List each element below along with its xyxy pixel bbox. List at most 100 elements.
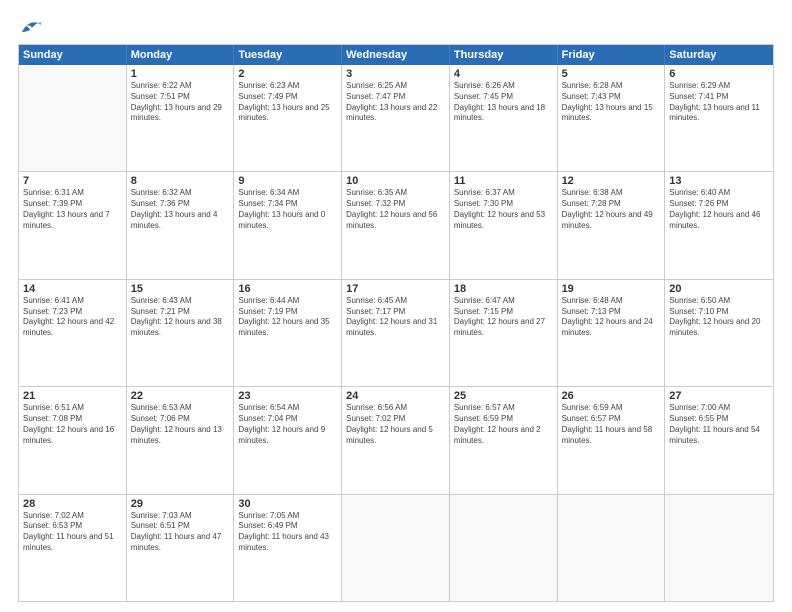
day-info: Sunrise: 6:54 AMSunset: 7:04 PMDaylight:… — [238, 403, 337, 446]
day-number: 22 — [131, 390, 230, 402]
day-number: 29 — [131, 498, 230, 510]
calendar-row-3: 21Sunrise: 6:51 AMSunset: 7:08 PMDayligh… — [19, 386, 773, 493]
day-number: 30 — [238, 498, 337, 510]
calendar-cell: 25Sunrise: 6:57 AMSunset: 6:59 PMDayligh… — [450, 387, 558, 493]
day-number: 23 — [238, 390, 337, 402]
calendar: SundayMondayTuesdayWednesdayThursdayFrid… — [18, 44, 774, 602]
day-info: Sunrise: 6:50 AMSunset: 7:10 PMDaylight:… — [669, 296, 769, 339]
day-number: 8 — [131, 175, 230, 187]
day-number: 25 — [454, 390, 553, 402]
calendar-cell: 22Sunrise: 6:53 AMSunset: 7:06 PMDayligh… — [127, 387, 235, 493]
calendar-cell: 11Sunrise: 6:37 AMSunset: 7:30 PMDayligh… — [450, 172, 558, 278]
header-day-sunday: Sunday — [19, 45, 127, 65]
calendar-cell: 27Sunrise: 7:00 AMSunset: 6:55 PMDayligh… — [665, 387, 773, 493]
calendar-cell: 28Sunrise: 7:02 AMSunset: 6:53 PMDayligh… — [19, 495, 127, 601]
day-info: Sunrise: 6:45 AMSunset: 7:17 PMDaylight:… — [346, 296, 445, 339]
day-info: Sunrise: 6:22 AMSunset: 7:51 PMDaylight:… — [131, 81, 230, 124]
calendar-cell: 5Sunrise: 6:28 AMSunset: 7:43 PMDaylight… — [558, 65, 666, 171]
calendar-cell: 14Sunrise: 6:41 AMSunset: 7:23 PMDayligh… — [19, 280, 127, 386]
calendar-cell — [558, 495, 666, 601]
calendar-row-4: 28Sunrise: 7:02 AMSunset: 6:53 PMDayligh… — [19, 494, 773, 601]
calendar-cell: 20Sunrise: 6:50 AMSunset: 7:10 PMDayligh… — [665, 280, 773, 386]
day-number: 9 — [238, 175, 337, 187]
day-info: Sunrise: 6:26 AMSunset: 7:45 PMDaylight:… — [454, 81, 553, 124]
day-number: 11 — [454, 175, 553, 187]
calendar-cell: 1Sunrise: 6:22 AMSunset: 7:51 PMDaylight… — [127, 65, 235, 171]
calendar-cell: 9Sunrise: 6:34 AMSunset: 7:34 PMDaylight… — [234, 172, 342, 278]
day-info: Sunrise: 6:29 AMSunset: 7:41 PMDaylight:… — [669, 81, 769, 124]
calendar-cell: 4Sunrise: 6:26 AMSunset: 7:45 PMDaylight… — [450, 65, 558, 171]
calendar-cell: 26Sunrise: 6:59 AMSunset: 6:57 PMDayligh… — [558, 387, 666, 493]
calendar-cell: 16Sunrise: 6:44 AMSunset: 7:19 PMDayligh… — [234, 280, 342, 386]
day-info: Sunrise: 6:40 AMSunset: 7:26 PMDaylight:… — [669, 188, 769, 231]
day-info: Sunrise: 6:56 AMSunset: 7:02 PMDaylight:… — [346, 403, 445, 446]
day-info: Sunrise: 6:43 AMSunset: 7:21 PMDaylight:… — [131, 296, 230, 339]
day-info: Sunrise: 6:53 AMSunset: 7:06 PMDaylight:… — [131, 403, 230, 446]
calendar-cell: 2Sunrise: 6:23 AMSunset: 7:49 PMDaylight… — [234, 65, 342, 171]
day-number: 26 — [562, 390, 661, 402]
day-number: 27 — [669, 390, 769, 402]
day-number: 2 — [238, 68, 337, 80]
calendar-cell — [450, 495, 558, 601]
day-info: Sunrise: 6:32 AMSunset: 7:36 PMDaylight:… — [131, 188, 230, 231]
calendar-cell: 13Sunrise: 6:40 AMSunset: 7:26 PMDayligh… — [665, 172, 773, 278]
day-info: Sunrise: 6:47 AMSunset: 7:15 PMDaylight:… — [454, 296, 553, 339]
day-info: Sunrise: 7:05 AMSunset: 6:49 PMDaylight:… — [238, 511, 337, 554]
day-number: 10 — [346, 175, 445, 187]
calendar-cell: 17Sunrise: 6:45 AMSunset: 7:17 PMDayligh… — [342, 280, 450, 386]
day-number: 13 — [669, 175, 769, 187]
day-info: Sunrise: 6:25 AMSunset: 7:47 PMDaylight:… — [346, 81, 445, 124]
calendar-cell: 24Sunrise: 6:56 AMSunset: 7:02 PMDayligh… — [342, 387, 450, 493]
header-day-wednesday: Wednesday — [342, 45, 450, 65]
day-number: 19 — [562, 283, 661, 295]
day-info: Sunrise: 6:41 AMSunset: 7:23 PMDaylight:… — [23, 296, 122, 339]
calendar-cell: 30Sunrise: 7:05 AMSunset: 6:49 PMDayligh… — [234, 495, 342, 601]
day-info: Sunrise: 6:28 AMSunset: 7:43 PMDaylight:… — [562, 81, 661, 124]
day-info: Sunrise: 6:23 AMSunset: 7:49 PMDaylight:… — [238, 81, 337, 124]
day-number: 28 — [23, 498, 122, 510]
day-info: Sunrise: 6:35 AMSunset: 7:32 PMDaylight:… — [346, 188, 445, 231]
day-number: 4 — [454, 68, 553, 80]
calendar-row-2: 14Sunrise: 6:41 AMSunset: 7:23 PMDayligh… — [19, 279, 773, 386]
day-number: 14 — [23, 283, 122, 295]
day-number: 6 — [669, 68, 769, 80]
day-info: Sunrise: 6:44 AMSunset: 7:19 PMDaylight:… — [238, 296, 337, 339]
header-day-monday: Monday — [127, 45, 235, 65]
calendar-cell — [342, 495, 450, 601]
day-number: 7 — [23, 175, 122, 187]
day-info: Sunrise: 6:31 AMSunset: 7:39 PMDaylight:… — [23, 188, 122, 231]
header-day-tuesday: Tuesday — [234, 45, 342, 65]
day-info: Sunrise: 6:51 AMSunset: 7:08 PMDaylight:… — [23, 403, 122, 446]
day-info: Sunrise: 7:00 AMSunset: 6:55 PMDaylight:… — [669, 403, 769, 446]
calendar-cell: 3Sunrise: 6:25 AMSunset: 7:47 PMDaylight… — [342, 65, 450, 171]
calendar-cell: 18Sunrise: 6:47 AMSunset: 7:15 PMDayligh… — [450, 280, 558, 386]
day-info: Sunrise: 6:59 AMSunset: 6:57 PMDaylight:… — [562, 403, 661, 446]
header-day-thursday: Thursday — [450, 45, 558, 65]
calendar-cell: 12Sunrise: 6:38 AMSunset: 7:28 PMDayligh… — [558, 172, 666, 278]
day-number: 24 — [346, 390, 445, 402]
logo — [18, 18, 42, 36]
day-number: 15 — [131, 283, 230, 295]
calendar-cell: 10Sunrise: 6:35 AMSunset: 7:32 PMDayligh… — [342, 172, 450, 278]
calendar-cell: 21Sunrise: 6:51 AMSunset: 7:08 PMDayligh… — [19, 387, 127, 493]
calendar-cell: 15Sunrise: 6:43 AMSunset: 7:21 PMDayligh… — [127, 280, 235, 386]
day-info: Sunrise: 6:48 AMSunset: 7:13 PMDaylight:… — [562, 296, 661, 339]
day-info: Sunrise: 7:02 AMSunset: 6:53 PMDaylight:… — [23, 511, 122, 554]
calendar-body: 1Sunrise: 6:22 AMSunset: 7:51 PMDaylight… — [19, 65, 773, 601]
day-number: 16 — [238, 283, 337, 295]
day-number: 3 — [346, 68, 445, 80]
day-number: 21 — [23, 390, 122, 402]
day-info: Sunrise: 6:34 AMSunset: 7:34 PMDaylight:… — [238, 188, 337, 231]
header-day-friday: Friday — [558, 45, 666, 65]
day-info: Sunrise: 7:03 AMSunset: 6:51 PMDaylight:… — [131, 511, 230, 554]
day-info: Sunrise: 6:57 AMSunset: 6:59 PMDaylight:… — [454, 403, 553, 446]
calendar-row-0: 1Sunrise: 6:22 AMSunset: 7:51 PMDaylight… — [19, 65, 773, 171]
calendar-header: SundayMondayTuesdayWednesdayThursdayFrid… — [19, 45, 773, 65]
day-info: Sunrise: 6:37 AMSunset: 7:30 PMDaylight:… — [454, 188, 553, 231]
day-number: 1 — [131, 68, 230, 80]
calendar-cell: 23Sunrise: 6:54 AMSunset: 7:04 PMDayligh… — [234, 387, 342, 493]
calendar-row-1: 7Sunrise: 6:31 AMSunset: 7:39 PMDaylight… — [19, 171, 773, 278]
header-day-saturday: Saturday — [665, 45, 773, 65]
logo-bird-icon — [20, 18, 42, 36]
day-number: 20 — [669, 283, 769, 295]
